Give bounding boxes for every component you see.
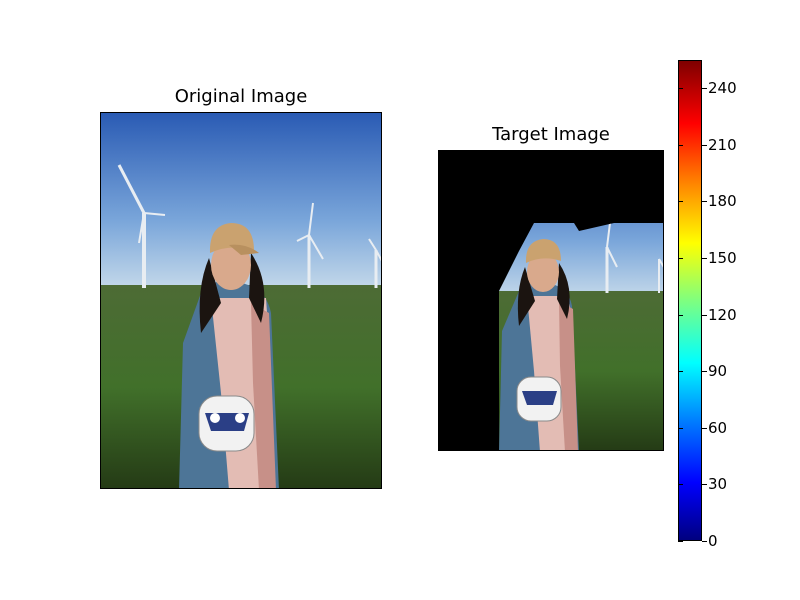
colorbar-tick xyxy=(702,315,707,316)
colorbar-tick xyxy=(702,371,707,372)
target-image-panel xyxy=(438,150,664,451)
colorbar-tick xyxy=(702,428,707,429)
colorbar-tick-inner xyxy=(678,88,683,89)
colorbar-tick xyxy=(702,484,707,485)
target-image-photo xyxy=(439,151,663,450)
colorbar-tick-inner xyxy=(678,541,683,542)
colorbar-tick xyxy=(702,258,707,259)
colorbar-tick-inner xyxy=(678,258,683,259)
colorbar-tick-label: 60 xyxy=(708,419,728,437)
original-image-panel xyxy=(100,112,382,489)
target-image-title: Target Image xyxy=(492,124,610,145)
colorbar-tick-label: 210 xyxy=(708,136,737,154)
original-image-title: Original Image xyxy=(174,86,308,107)
colorbar-tick-inner xyxy=(678,371,683,372)
colorbar-tick-inner xyxy=(678,315,683,316)
colorbar-tick-label: 150 xyxy=(708,249,737,267)
colorbar-tick-label: 240 xyxy=(708,79,737,97)
colorbar-tick-label: 90 xyxy=(708,362,728,380)
colorbar-tick xyxy=(702,145,707,146)
colorbar-tick-label: 30 xyxy=(708,475,728,493)
colorbar-tick-label: 120 xyxy=(708,306,737,324)
colorbar-tick-label: 0 xyxy=(708,532,718,550)
colorbar-tick xyxy=(702,541,707,542)
colorbar-tick xyxy=(702,88,707,89)
colorbar-tick-inner xyxy=(678,428,683,429)
colorbar-tick xyxy=(702,201,707,202)
original-image-photo xyxy=(101,113,381,488)
colorbar-tick-inner xyxy=(678,145,683,146)
colorbar xyxy=(678,60,702,541)
colorbar-tick-inner xyxy=(678,201,683,202)
colorbar-gradient xyxy=(678,60,702,541)
colorbar-tick-label: 180 xyxy=(708,192,737,210)
colorbar-tick-inner xyxy=(678,484,683,485)
